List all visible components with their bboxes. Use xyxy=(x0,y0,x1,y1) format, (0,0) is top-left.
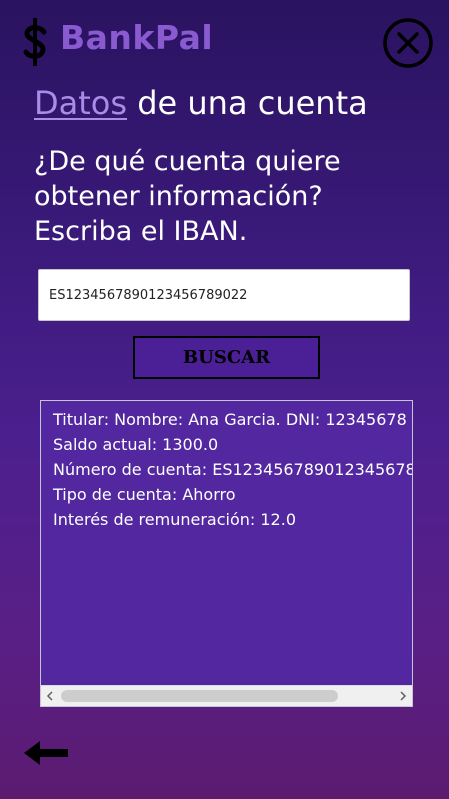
arrow-left-icon xyxy=(24,741,68,765)
prompt-text: ¿De qué cuenta quiere obtener informació… xyxy=(34,146,341,247)
result-line-account-type: Tipo de cuenta: Ahorro xyxy=(53,485,236,504)
result-line-interest: Interés de remuneración: 12.0 xyxy=(53,510,296,529)
page-title: Datos de una cuenta xyxy=(34,84,368,122)
result-line-balance: Saldo actual: 1300.0 xyxy=(53,435,219,454)
result-panel[interactable]: Titular: Nombre: Ana Garcia. DNI: 123456… xyxy=(40,400,413,707)
chevron-left-icon[interactable] xyxy=(43,689,57,703)
result-line-holder: Titular: Nombre: Ana Garcia. DNI: 123456… xyxy=(53,410,407,429)
chevron-right-icon[interactable] xyxy=(396,689,410,703)
horizontal-scrollbar[interactable] xyxy=(41,685,412,706)
currency-s-icon xyxy=(23,18,47,66)
title-rest: de una cuenta xyxy=(127,84,368,122)
result-content: Titular: Nombre: Ana Garcia. DNI: 123456… xyxy=(53,407,412,532)
brand-name: BankPal xyxy=(60,18,214,57)
close-button[interactable] xyxy=(381,16,435,70)
back-button[interactable] xyxy=(22,738,72,768)
result-line-account-number: Número de cuenta: ES12345678901234567890… xyxy=(53,460,412,479)
app-header: BankPal xyxy=(0,0,449,80)
iban-input[interactable] xyxy=(38,269,410,321)
search-button[interactable]: BUSCAR xyxy=(133,336,320,379)
title-link[interactable]: Datos xyxy=(34,84,127,122)
scrollbar-thumb[interactable] xyxy=(61,690,338,702)
